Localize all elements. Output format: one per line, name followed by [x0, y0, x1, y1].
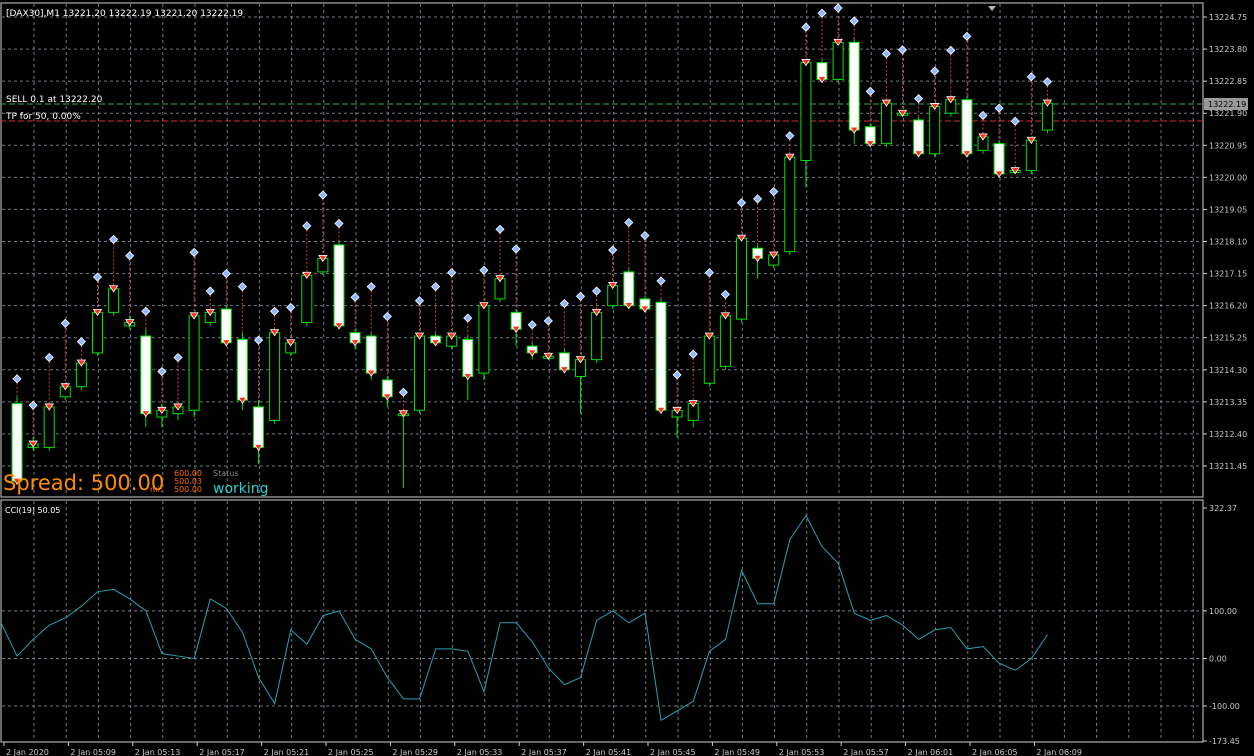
time-tick-label: 2 Jan 05:29: [392, 748, 438, 756]
take-profit-label: TP for 50, 0.00%: [5, 112, 81, 122]
candle-bull: [800, 62, 812, 161]
candle-bear: [333, 244, 345, 327]
time-tick-label: 2 Jan 05:21: [264, 748, 310, 756]
price-tick-label: 13224.75: [1209, 13, 1247, 22]
candle-bear: [462, 338, 474, 378]
candle-bull: [414, 335, 425, 411]
price-tick-label: 13222.85: [1209, 77, 1247, 86]
candle-bull: [92, 311, 103, 354]
time-tick-label: 2 Jan 06:09: [1036, 748, 1082, 756]
candle-bear: [913, 119, 925, 155]
cci-tick-label: -173.45: [1209, 737, 1240, 746]
time-tick-label: 2 Jan 05:33: [457, 748, 503, 756]
price-tick-label: 13223.80: [1209, 45, 1247, 54]
time-tick-label: 2 Jan 05:45: [650, 748, 696, 756]
status-value: working: [213, 481, 269, 497]
price-tick-label: 13218.10: [1209, 238, 1247, 247]
candle-bull: [478, 305, 490, 374]
candle-bear: [253, 406, 264, 448]
trading-chart-window[interactable]: [DAX30],M1 13221.20 13222.19 13221.20 13…: [0, 0, 1254, 756]
cci-label: CCI(19) 50.05: [5, 506, 60, 515]
candle-bull: [591, 311, 603, 361]
candle-bear: [220, 308, 232, 344]
candle-bull: [703, 335, 715, 384]
candle-bear: [140, 335, 152, 415]
price-tick-label: 13212.40: [1209, 430, 1247, 439]
candle-bear: [993, 143, 1005, 175]
candle-bull: [736, 237, 747, 320]
price-tick-label: 13215.25: [1209, 334, 1247, 343]
time-tick-label: 2 Jan 05:17: [199, 748, 245, 756]
time-tick-label: 2 Jan 2020: [6, 748, 49, 756]
current-price-label: 13222.19: [1208, 100, 1246, 109]
price-axis: 13224.75 13223.80 13222.85 13221.90 13220.95…: [1203, 13, 1247, 471]
time-tick-label: 2 Jan 05:53: [779, 748, 825, 756]
candle-bear: [365, 335, 377, 374]
status-label: Status: [213, 469, 239, 478]
time-tick-label: 2 Jan 05:49: [714, 748, 760, 756]
symbol-header: [DAX30],M1 13221.20 13222.19 13221.20 13…: [6, 9, 243, 19]
cci-tick-label: 0.00: [1209, 654, 1227, 663]
candle-bull: [832, 41, 844, 80]
price-tick-label: 13219.05: [1209, 205, 1247, 214]
candle-bull: [269, 332, 281, 421]
price-tick-label: 13220.95: [1209, 141, 1247, 150]
candle-bear: [848, 41, 860, 131]
price-tick-label: 13217.15: [1209, 270, 1247, 279]
sell-order-label: SELL 0.1 at 13222.20: [6, 95, 103, 105]
mini-line-3: 500.00: [174, 485, 202, 494]
candle-bull: [784, 156, 796, 253]
candle-bull: [719, 315, 731, 367]
candle-bull: [301, 274, 313, 324]
time-tick-label: 2 Jan 05:09: [70, 748, 116, 756]
candle-bull: [1025, 139, 1037, 172]
candle-bull: [929, 105, 941, 155]
cci-tick-label: 322.37: [1209, 504, 1237, 513]
price-tick-label: 13221.90: [1209, 109, 1247, 118]
price-tick-label: 13213.35: [1209, 398, 1247, 407]
price-tick-label: 13211.45: [1209, 462, 1247, 471]
cci-tick-label: -100.00: [1209, 702, 1240, 711]
candle-bear: [655, 301, 667, 411]
time-tick-label: 2 Jan 06:01: [908, 748, 954, 756]
price-tick-label: 13220.00: [1209, 173, 1247, 182]
time-tick-label: 2 Jan 05:37: [521, 748, 567, 756]
price-tick-label: 13214.30: [1209, 366, 1247, 375]
candle-bull: [43, 406, 55, 448]
time-tick-label: 2 Jan 05:13: [135, 748, 181, 756]
mini-prefix: mi:: [150, 485, 163, 494]
spread-text: Spread: 500.00: [3, 471, 164, 495]
time-tick-label: 2 Jan 05:25: [328, 748, 374, 756]
cci-tick-label: 100.00: [1209, 607, 1237, 616]
candle-bull: [188, 315, 200, 411]
time-tick-label: 2 Jan 05:57: [843, 748, 889, 756]
candle-bear: [11, 403, 23, 482]
time-tick-label: 2 Jan 05:41: [586, 748, 632, 756]
candle-bear: [961, 99, 973, 155]
time-tick-label: 2 Jan 06:05: [972, 748, 1018, 756]
price-tick-label: 13216.20: [1209, 302, 1247, 311]
candle-bear: [236, 338, 248, 401]
candle-bull: [880, 102, 892, 145]
candle-bear: [623, 271, 635, 307]
candle-bull: [1041, 102, 1053, 131]
